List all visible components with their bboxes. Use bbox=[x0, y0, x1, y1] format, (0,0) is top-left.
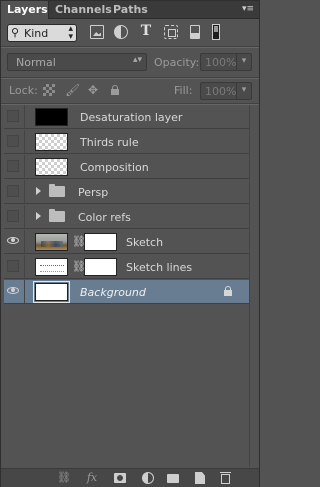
layer-thumbnail bbox=[35, 158, 68, 176]
panel-tab-bar: Layers Channels Paths ▾≡ bbox=[1, 1, 259, 19]
panel-menu-icon[interactable]: ▾≡ bbox=[241, 4, 255, 15]
visibility-toggle[interactable] bbox=[7, 110, 19, 122]
layer-row-background[interactable]: Background bbox=[4, 280, 249, 304]
up-down-chevron-icon: ▴▾ bbox=[68, 24, 73, 42]
layer-mask-thumbnail[interactable] bbox=[84, 233, 117, 251]
new-adjustment-icon[interactable] bbox=[141, 471, 155, 485]
visibility-toggle[interactable] bbox=[7, 135, 19, 147]
adjustment-filter-icon[interactable] bbox=[114, 25, 128, 39]
layer-row-persp[interactable]: Persp bbox=[4, 180, 249, 204]
tab-paths[interactable]: Paths bbox=[107, 1, 149, 18]
opacity-field[interactable]: 100% ▾ bbox=[200, 53, 252, 71]
layer-name[interactable]: Background bbox=[80, 286, 146, 299]
search-icon: ⚲ bbox=[11, 26, 20, 39]
mask-link-chain-icon[interactable]: ⛓ bbox=[72, 235, 86, 249]
filter-toggle-switch[interactable] bbox=[212, 24, 220, 40]
layer-row-sketch-lines[interactable]: ⛓ Sketch lines bbox=[4, 255, 249, 279]
up-down-chevron-icon: ▴▾ bbox=[132, 55, 142, 65]
filter-kind-select[interactable]: ⚲ Kind ▴ ▾ bbox=[7, 24, 77, 42]
visibility-toggle[interactable] bbox=[7, 185, 19, 197]
divider bbox=[24, 280, 25, 303]
layer-thumbnail bbox=[33, 281, 70, 303]
layer-thumbnail bbox=[35, 258, 68, 276]
fx-icon[interactable]: fx bbox=[85, 471, 99, 485]
layer-name[interactable]: Thirds rule bbox=[80, 136, 139, 149]
layer-thumbnail bbox=[35, 233, 68, 251]
layer-filter-row: ⚲ Kind ▴ ▾ T bbox=[1, 20, 259, 45]
new-group-icon[interactable] bbox=[166, 471, 180, 485]
layer-row-thirds-rule[interactable]: Thirds rule bbox=[4, 130, 249, 154]
layer-name[interactable]: Persp bbox=[78, 186, 108, 199]
layers-panel: Layers Channels Paths ▾≡ ⚲ Kind ▴ ▾ T Nor… bbox=[0, 0, 260, 487]
mask-link-chain-icon[interactable]: ⛓ bbox=[72, 260, 86, 274]
tab-layers[interactable]: Layers bbox=[1, 1, 49, 19]
eye-icon[interactable] bbox=[7, 285, 19, 297]
opacity-value: 100% bbox=[205, 56, 237, 69]
layer-name[interactable]: Sketch bbox=[126, 236, 163, 249]
blend-mode-label: Normal bbox=[16, 56, 56, 69]
lock-label: Lock: bbox=[9, 84, 38, 97]
layer-thumbnail bbox=[35, 133, 68, 151]
layers-bottom-toolbar: ⛓ fx bbox=[1, 468, 259, 487]
lock-pixels-brush-icon[interactable]: 🖌 bbox=[65, 84, 80, 96]
divider bbox=[24, 255, 25, 278]
layer-name[interactable]: Desaturation layer bbox=[80, 111, 182, 124]
expand-triangle-icon[interactable] bbox=[36, 187, 41, 195]
layer-name[interactable]: Composition bbox=[80, 161, 149, 174]
layer-thumbnail bbox=[35, 108, 68, 126]
delete-layer-icon[interactable] bbox=[219, 471, 233, 485]
folder-icon bbox=[49, 184, 65, 197]
smart-object-filter-icon[interactable] bbox=[188, 25, 200, 39]
filter-kind-label: Kind bbox=[24, 27, 49, 40]
fill-field[interactable]: 100% ▾ bbox=[200, 82, 252, 100]
blend-mode-select[interactable]: Normal ▴▾ bbox=[7, 53, 147, 71]
image-filter-icon[interactable] bbox=[90, 25, 104, 39]
lock-row: Lock: 🖌 ✥ Fill: 100% ▾ bbox=[1, 79, 259, 103]
layer-row-desaturation[interactable]: Desaturation layer bbox=[4, 105, 249, 129]
tab-channels[interactable]: Channels bbox=[49, 1, 112, 18]
fill-value: 100% bbox=[205, 85, 237, 98]
layer-name[interactable]: Sketch lines bbox=[126, 261, 192, 274]
divider bbox=[24, 180, 25, 203]
divider bbox=[24, 155, 25, 178]
lock-icon bbox=[223, 285, 233, 297]
divider bbox=[24, 130, 25, 153]
layer-mask-thumbnail[interactable] bbox=[84, 258, 117, 276]
add-mask-icon[interactable] bbox=[113, 471, 127, 485]
fill-label: Fill: bbox=[174, 84, 193, 97]
lock-transparency-icon[interactable] bbox=[43, 84, 55, 96]
divider bbox=[24, 205, 25, 228]
expand-triangle-icon[interactable] bbox=[36, 212, 41, 220]
link-layers-icon[interactable]: ⛓ bbox=[57, 471, 71, 485]
layer-row-sketch[interactable]: ⛓ Sketch bbox=[4, 230, 249, 254]
layers-list: Desaturation layer Thirds rule Compositi… bbox=[4, 105, 250, 467]
layer-name[interactable]: Color refs bbox=[78, 211, 131, 224]
type-filter-icon[interactable]: T bbox=[139, 23, 153, 39]
new-layer-icon[interactable] bbox=[193, 471, 207, 485]
divider bbox=[24, 230, 25, 253]
layer-row-composition[interactable]: Composition bbox=[4, 155, 249, 179]
lock-position-move-icon[interactable]: ✥ bbox=[87, 84, 99, 96]
visibility-toggle[interactable] bbox=[7, 160, 19, 172]
visibility-toggle[interactable] bbox=[7, 210, 19, 222]
lock-all-icon[interactable] bbox=[109, 84, 121, 96]
folder-icon bbox=[49, 209, 65, 222]
eye-icon[interactable] bbox=[7, 235, 19, 247]
layer-row-color-refs[interactable]: Color refs bbox=[4, 205, 249, 229]
divider bbox=[24, 105, 25, 128]
chevron-down-icon[interactable]: ▾ bbox=[236, 83, 251, 99]
visibility-toggle[interactable] bbox=[7, 260, 19, 272]
chevron-down-icon[interactable]: ▾ bbox=[236, 54, 251, 70]
blend-row: Normal ▴▾ Opacity: 100% ▾ bbox=[1, 48, 259, 76]
shape-filter-icon[interactable] bbox=[164, 25, 178, 39]
opacity-label: Opacity: bbox=[154, 56, 200, 69]
